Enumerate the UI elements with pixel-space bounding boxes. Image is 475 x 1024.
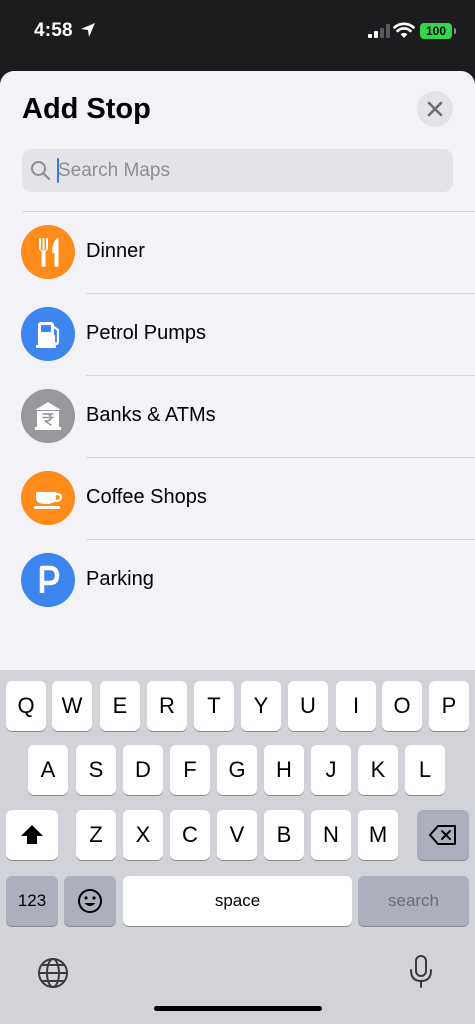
microphone-icon[interactable] [408,954,434,990]
shift-arrow-icon [21,825,43,844]
fuel-pump-icon [21,307,75,361]
category-label: Coffee Shops [86,486,207,508]
globe-icon[interactable] [36,956,70,990]
parking-icon [21,553,75,607]
key-s[interactable]: S [76,745,116,795]
sheet-title: Add Stop [22,93,151,125]
key-y[interactable]: Y [241,681,281,731]
close-icon [427,101,443,117]
key-e[interactable]: E [100,681,140,731]
status-bar: 4:58 100 [0,0,475,66]
numbers-key[interactable]: 123 [6,876,58,926]
key-g[interactable]: G [217,745,257,795]
search-key[interactable]: search [358,876,469,926]
key-i[interactable]: I [336,681,376,731]
bank-rupee-icon [21,389,75,443]
key-v[interactable]: V [217,810,257,860]
emoji-key[interactable] [64,876,116,926]
category-item-dinner[interactable]: Dinner [0,212,475,294]
space-key[interactable]: space [123,876,352,926]
status-time: 4:58 [34,20,73,41]
location-arrow-icon [81,23,95,37]
category-item-parking[interactable]: Parking [0,540,475,622]
key-d[interactable]: D [123,745,163,795]
category-item-banks-atms[interactable]: Banks & ATMs [0,376,475,458]
battery-indicator: 100 [420,23,456,39]
keyboard: Q W E R T Y U I O P A S D F G H J K L Z … [0,670,475,1024]
key-m[interactable]: M [358,810,398,860]
category-label: Dinner [86,240,145,262]
key-q[interactable]: Q [6,681,46,731]
emoji-icon [78,889,102,913]
key-k[interactable]: K [358,745,398,795]
key-z[interactable]: Z [76,810,116,860]
key-c[interactable]: C [170,810,210,860]
wifi-icon [393,22,415,38]
backspace-icon [429,825,456,845]
key-b[interactable]: B [264,810,304,860]
key-f[interactable]: F [170,745,210,795]
search-icon [31,161,51,181]
category-label: Petrol Pumps [86,322,207,344]
key-w[interactable]: W [52,681,92,731]
key-t[interactable]: T [194,681,234,731]
home-indicator [154,1006,322,1011]
category-label: Banks & ATMs [86,404,216,426]
key-h[interactable]: H [264,745,304,795]
key-j[interactable]: J [311,745,351,795]
search-bar[interactable] [22,149,453,192]
key-l[interactable]: L [405,745,445,795]
key-u[interactable]: U [288,681,328,731]
cellular-signal-icon [368,24,390,38]
key-o[interactable]: O [382,681,422,731]
category-label: Parking [86,568,154,590]
shift-key[interactable] [6,810,58,860]
key-r[interactable]: R [147,681,187,731]
fork-knife-icon [21,225,75,279]
search-input[interactable] [58,149,438,192]
delete-key[interactable] [417,810,469,860]
category-item-petrol-pumps[interactable]: Petrol Pumps [0,294,475,376]
coffee-cup-icon [21,471,75,525]
key-x[interactable]: X [123,810,163,860]
category-item-coffee-shops[interactable]: Coffee Shops [0,458,475,540]
key-n[interactable]: N [311,810,351,860]
key-a[interactable]: A [28,745,68,795]
key-p[interactable]: P [429,681,469,731]
close-button[interactable] [417,91,453,127]
category-list: Dinner Petrol Pumps Banks & ATMs Coffee … [0,212,475,622]
